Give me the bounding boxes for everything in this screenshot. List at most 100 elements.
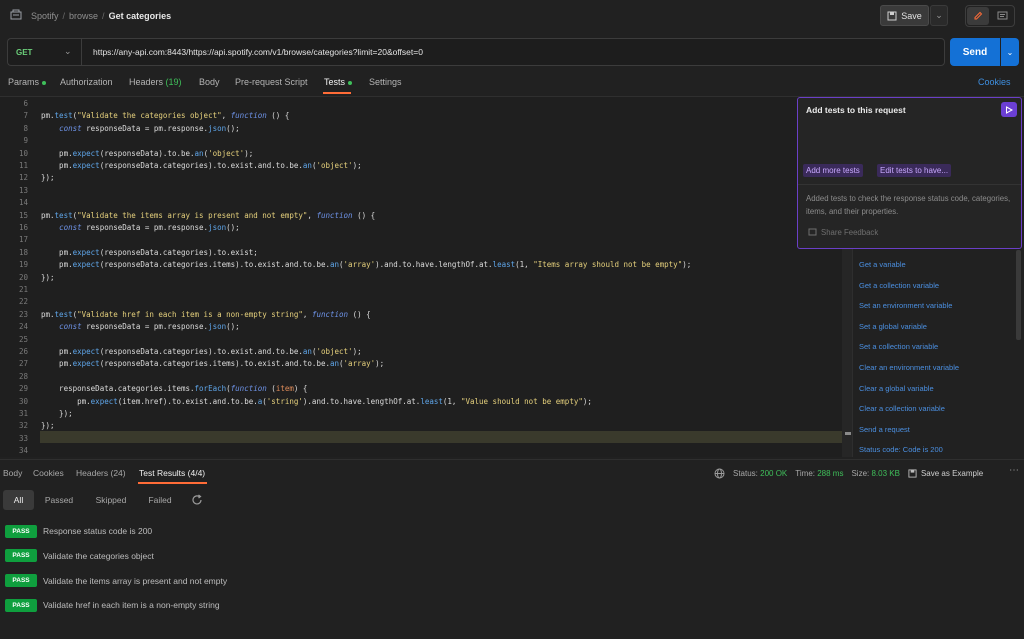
- line-number: 6: [23, 99, 28, 108]
- filter-passed[interactable]: Passed: [36, 490, 82, 510]
- snippet-link[interactable]: Status code: Code is 200: [859, 445, 943, 454]
- save-button[interactable]: Save: [880, 5, 929, 26]
- tab-tests[interactable]: Tests: [324, 77, 353, 87]
- tab-headers-label: Headers: [129, 77, 164, 87]
- line-number: 30: [18, 396, 28, 406]
- send-dropdown-button[interactable]: ⌄: [1001, 38, 1019, 66]
- tab-body[interactable]: Body: [199, 77, 220, 87]
- play-icon: [1006, 105, 1013, 114]
- code-line[interactable]: pm.test("Validate the items array is pre…: [41, 211, 375, 220]
- snippet-link[interactable]: Set a collection variable: [859, 342, 938, 351]
- response-tab-body[interactable]: Body: [3, 468, 22, 478]
- send-button[interactable]: Send: [950, 38, 1000, 66]
- time-info[interactable]: Time: 288 ms: [795, 469, 843, 478]
- tab-settings[interactable]: Settings: [369, 77, 402, 87]
- code-line[interactable]: });: [41, 421, 55, 430]
- request-title[interactable]: Get categories: [109, 11, 172, 21]
- chevron-down-icon: ⌄: [935, 10, 943, 20]
- ai-send-button[interactable]: [1001, 102, 1017, 117]
- comments-button[interactable]: [991, 7, 1013, 25]
- snippet-link[interactable]: Clear a global variable: [859, 384, 934, 393]
- code-line[interactable]: pm.expect(responseData.categories).to.ex…: [41, 248, 258, 257]
- line-number: 18: [18, 247, 28, 257]
- line-number: 7: [23, 111, 28, 121]
- test-result-name: Validate the items array is present and …: [43, 575, 228, 586]
- active-dot-icon: [348, 80, 353, 85]
- refresh-icon[interactable]: [190, 493, 204, 507]
- response-tab-test-results[interactable]: Test Results (4/4): [139, 468, 205, 478]
- snippet-link[interactable]: Send a request: [859, 425, 910, 434]
- line-number: 26: [18, 347, 28, 356]
- save-as-example-button[interactable]: Save as Example: [908, 469, 983, 478]
- tab-authorization[interactable]: Authorization: [60, 77, 113, 87]
- code-line[interactable]: });: [41, 273, 55, 282]
- size-info[interactable]: Size: 8.03 KB: [851, 469, 900, 478]
- line-number: 20: [18, 272, 28, 282]
- line-number: 28: [18, 371, 28, 381]
- test-result-row: PASS Validate the items array is present …: [5, 574, 227, 588]
- edit-button[interactable]: [967, 7, 989, 25]
- test-result-name: Validate the categories object: [43, 550, 154, 561]
- time-label: Time:: [795, 469, 815, 478]
- response-tab-headers[interactable]: Headers (24): [76, 468, 126, 478]
- cookies-link[interactable]: Cookies: [978, 77, 1011, 87]
- line-number: 33: [18, 433, 28, 443]
- chevron-down-icon: ⌄: [1006, 47, 1014, 57]
- code-line[interactable]: });: [41, 409, 73, 418]
- size-label: Size:: [851, 469, 870, 478]
- code-line[interactable]: pm.expect(responseData.categories.items)…: [41, 359, 384, 368]
- tab-params[interactable]: Params: [8, 77, 47, 87]
- filter-failed[interactable]: Failed: [140, 490, 180, 510]
- ai-prompt-input[interactable]: Add tests to this request: [806, 105, 906, 115]
- snippet-link[interactable]: Get a variable: [859, 260, 906, 269]
- editor-scroll-thumb[interactable]: [845, 432, 851, 435]
- code-line[interactable]: pm.expect(responseData.categories).to.ex…: [41, 347, 362, 356]
- edit-tests-button[interactable]: Edit tests to have...: [877, 164, 952, 177]
- code-line[interactable]: pm.test("Validate the categories object"…: [41, 111, 289, 120]
- snippet-link[interactable]: Clear a collection variable: [859, 404, 945, 413]
- filter-skipped[interactable]: Skipped: [86, 490, 136, 510]
- snippet-link[interactable]: Clear an environment variable: [859, 363, 959, 372]
- active-dot-icon: [42, 80, 47, 85]
- code-line[interactable]: pm.expect(responseData.categories.items)…: [41, 260, 691, 269]
- code-line[interactable]: pm.expect(item.href).to.exist.and.to.be.…: [41, 397, 592, 406]
- share-feedback-label: Share Feedback: [821, 228, 879, 237]
- save-label: Save: [901, 10, 922, 21]
- code-line[interactable]: responseData.categories.items.forEach(fu…: [41, 384, 307, 393]
- pass-badge: PASS: [5, 524, 37, 538]
- method-label: GET: [16, 48, 33, 57]
- code-line[interactable]: pm.expect(responseData.categories).to.ex…: [41, 161, 362, 170]
- share-feedback-link[interactable]: Share Feedback: [808, 228, 878, 237]
- snippet-link[interactable]: Get a collection variable: [859, 281, 939, 290]
- line-number: 34: [18, 446, 28, 456]
- response-tab-cookies[interactable]: Cookies: [33, 468, 64, 478]
- code-line[interactable]: pm.test("Validate href in each item is a…: [41, 310, 371, 319]
- add-more-tests-button[interactable]: Add more tests: [803, 164, 863, 177]
- test-result-row: PASS Validate the categories object: [5, 549, 154, 563]
- tab-headers[interactable]: Headers (19): [129, 77, 182, 87]
- more-options-icon[interactable]: ⋯: [1009, 465, 1019, 476]
- save-dropdown-button[interactable]: ⌄: [930, 5, 948, 26]
- snippet-link[interactable]: Set a global variable: [859, 322, 927, 331]
- globe-icon[interactable]: [714, 468, 725, 479]
- code-line[interactable]: const responseData = pm.response.json();: [41, 124, 240, 133]
- test-result-name: Response status code is 200: [43, 526, 153, 536]
- breadcrumb-workspace[interactable]: Spotify: [31, 11, 59, 21]
- active-tab-indicator: [323, 92, 351, 94]
- filter-all[interactable]: All: [3, 490, 34, 510]
- url-text: https://any-api.com:8443/https://api.spo…: [93, 47, 423, 57]
- code-line[interactable]: });: [41, 173, 55, 182]
- code-line[interactable]: pm.expect(responseData).to.be.an('object…: [41, 149, 253, 158]
- snippet-link[interactable]: Set an environment variable: [859, 301, 952, 310]
- line-number: 22: [18, 297, 28, 307]
- snippets-scrollbar[interactable]: [1016, 250, 1021, 340]
- code-line[interactable]: const responseData = pm.response.json();: [41, 322, 240, 331]
- line-number: 12: [18, 173, 28, 183]
- line-number: 29: [18, 384, 28, 394]
- tab-prerequest-script[interactable]: Pre-request Script: [235, 77, 308, 87]
- line-number: 32: [18, 421, 28, 431]
- status-info[interactable]: Status: 200 OK: [733, 469, 787, 478]
- breadcrumb-folder[interactable]: browse: [69, 11, 98, 21]
- pass-badge: PASS: [5, 598, 37, 612]
- code-line[interactable]: const responseData = pm.response.json();: [41, 223, 240, 232]
